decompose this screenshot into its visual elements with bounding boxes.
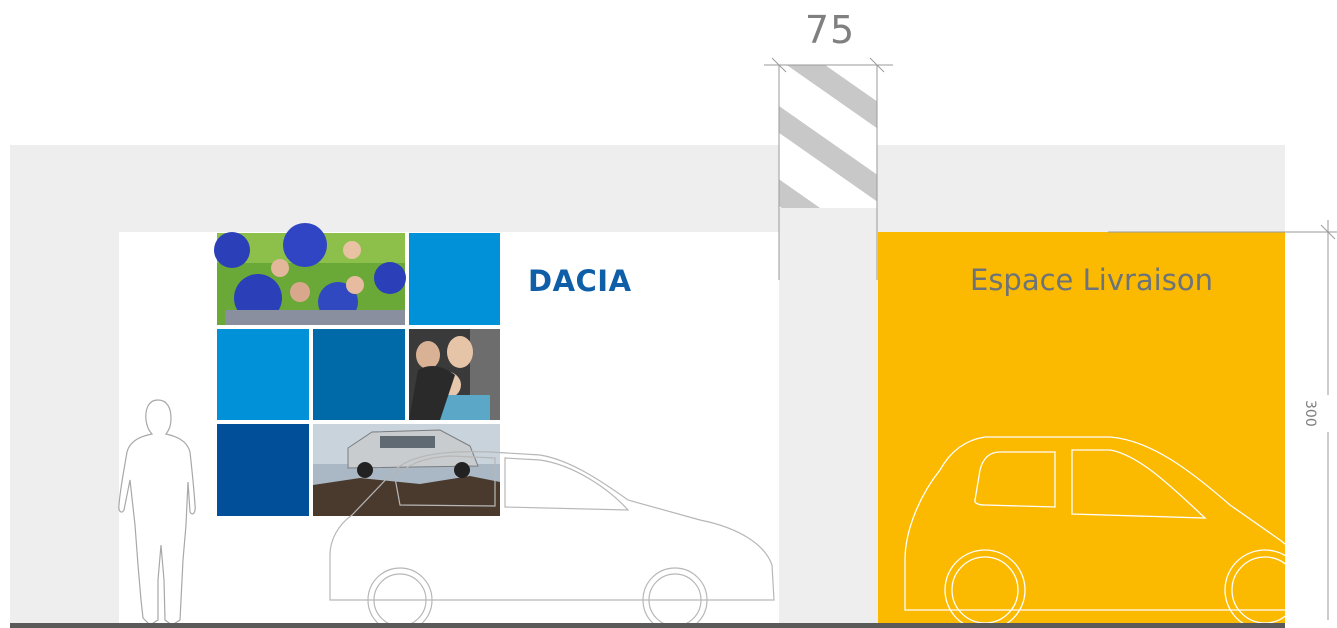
- tile-blue-1: [409, 233, 500, 325]
- hatched-column: [779, 65, 877, 208]
- delivery-zone-title: Espace Livraison: [970, 263, 1213, 297]
- elevation-drawing: [10, 57, 1337, 628]
- photo-mosaic: [214, 223, 500, 516]
- photo-balloons: [214, 223, 406, 325]
- floor-line: [10, 623, 1285, 628]
- right-dimension-label: 300: [1302, 400, 1318, 427]
- tile-blue-3: [313, 329, 405, 420]
- tile-blue-4: [217, 424, 309, 516]
- top-dimension-label: 75: [804, 8, 856, 52]
- photo-car: [313, 424, 500, 516]
- tile-blue-2: [217, 329, 309, 420]
- photo-people: [409, 329, 500, 420]
- brand-logo: DACIA: [528, 264, 632, 298]
